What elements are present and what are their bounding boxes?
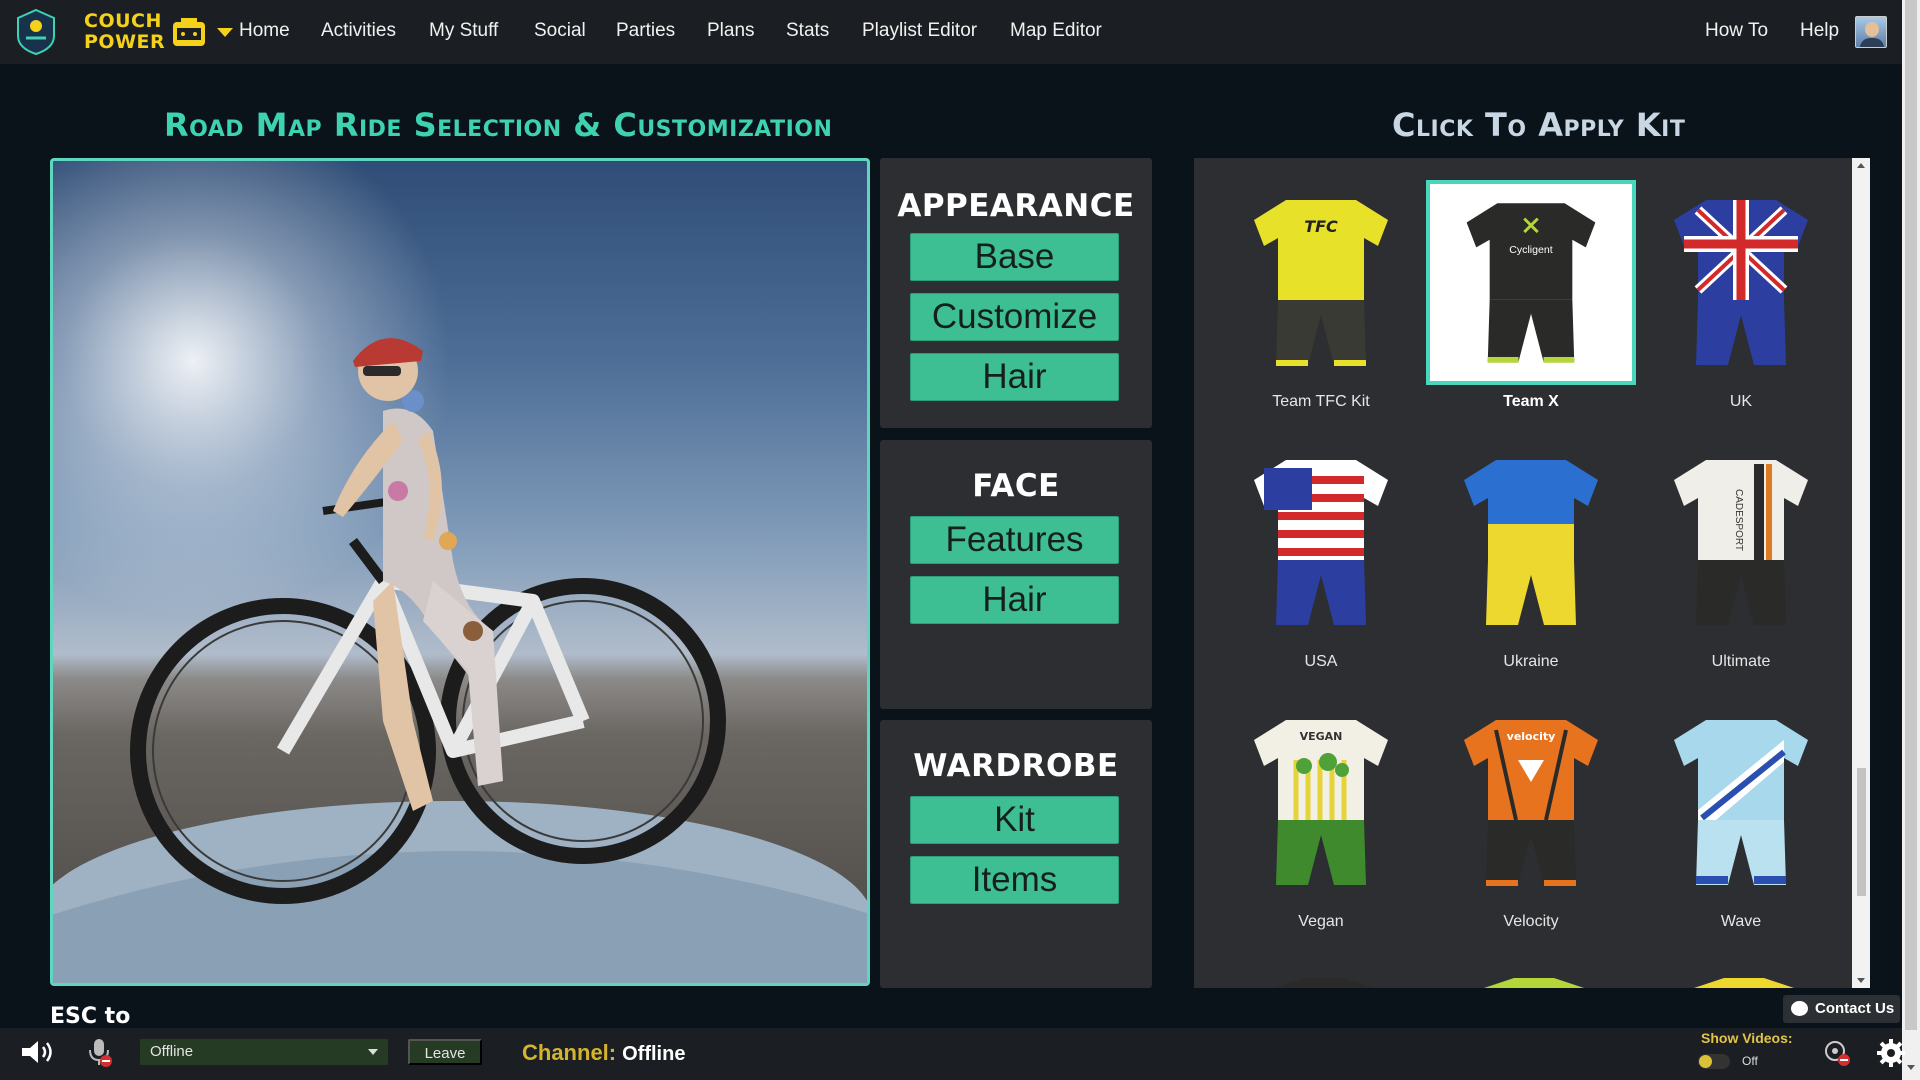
scroll-up-icon[interactable] — [1857, 163, 1865, 168]
gamepad-logo-icon — [173, 18, 206, 46]
cade-badge-icon — [17, 8, 55, 56]
kit-team-x-image: Cycligent — [1426, 180, 1636, 385]
kit-print-vegan: VEGAN — [1300, 730, 1343, 743]
chevron-down-icon — [368, 1049, 378, 1055]
kit-team-x[interactable]: Cycligent Team X — [1426, 180, 1636, 420]
kit-label: Ukraine — [1503, 653, 1559, 670]
appearance-title: APPEARANCE — [897, 188, 1135, 224]
kit-label: Team X — [1503, 393, 1559, 410]
kit-velocity-image: velocity — [1464, 720, 1598, 886]
speaker-icon[interactable] — [20, 1038, 56, 1066]
face-hair-button[interactable]: Hair — [910, 576, 1119, 624]
nav-social[interactable]: Social — [534, 20, 586, 42]
kit-team-tfc-image: TFC — [1254, 200, 1388, 366]
kit-usa[interactable]: USA — [1216, 440, 1426, 680]
logo-wordmark: COUCH POWER — [84, 10, 166, 53]
contact-us-button[interactable]: Contact Us — [1783, 995, 1900, 1023]
couch-power-logo[interactable]: COUCH POWER — [14, 8, 234, 56]
face-panel: FACE Features Hair — [880, 440, 1152, 709]
esc-hint: ESC to — [50, 1004, 131, 1024]
nav-activities[interactable]: Activities — [321, 20, 396, 42]
user-avatar[interactable] — [1855, 16, 1887, 48]
kit-team-tfc[interactable]: TFC Team TFC Kit — [1216, 180, 1426, 420]
rider-preview-viewport[interactable] — [50, 158, 870, 986]
kit-ukraine[interactable]: Ukraine — [1426, 440, 1636, 680]
wardrobe-panel: WARDROBE Kit Items — [880, 720, 1152, 988]
kit-label: Wave — [1720, 913, 1762, 930]
gear-icon[interactable] — [1876, 1038, 1906, 1068]
nav-how-to[interactable]: How To — [1705, 20, 1768, 42]
page-scrollbar[interactable] — [1902, 0, 1920, 1080]
nav-my-stuff[interactable]: My Stuff — [429, 20, 498, 42]
nav-playlist-editor[interactable]: Playlist Editor — [862, 20, 977, 42]
kit-wave[interactable]: Wave — [1636, 700, 1846, 940]
kit-print-velocity: velocity — [1507, 730, 1556, 743]
customize-button[interactable]: Customize — [910, 293, 1119, 341]
kit-print-ultimate: CADESPORT — [1733, 489, 1744, 551]
kit-vegan-image: VEGAN — [1254, 720, 1388, 885]
scroll-down-icon[interactable] — [1857, 978, 1865, 983]
scroll-thumb[interactable] — [1857, 768, 1866, 896]
nav-home[interactable]: Home — [239, 20, 290, 42]
chat-bubble-icon — [1791, 1001, 1808, 1016]
appearance-hair-button[interactable]: Hair — [910, 353, 1119, 401]
top-nav-bar: COUCH POWER Home Activities My Stuff Soc… — [0, 0, 1920, 64]
kit-print-cycligent: Cycligent — [1509, 244, 1553, 256]
page-scroll-thumb[interactable] — [1905, 0, 1917, 1030]
kit-grid-scrollbar[interactable] — [1852, 158, 1870, 988]
show-videos-toggle[interactable] — [1698, 1054, 1730, 1069]
kit-velocity[interactable]: velocity Velocity — [1426, 700, 1636, 940]
kit-uk[interactable]: UK — [1636, 180, 1846, 420]
nav-plans[interactable]: Plans — [707, 20, 755, 42]
kit-grid: TFC Team TFC Kit Cycligent Team X UK USA… — [1194, 158, 1870, 988]
appearance-panel: APPEARANCE Base Customize Hair — [880, 158, 1152, 428]
page-title: Road Map Ride Selection & Customization — [164, 106, 833, 144]
kit-ultimate-image: CADESPORT — [1674, 460, 1808, 625]
kit-button[interactable]: Kit — [910, 796, 1119, 844]
nav-help[interactable]: Help — [1800, 20, 1839, 42]
nav-parties[interactable]: Parties — [616, 20, 675, 42]
wardrobe-title: WARDROBE — [913, 748, 1119, 784]
status-select[interactable]: Offline — [140, 1039, 388, 1065]
kit-uk-image — [1674, 200, 1808, 365]
kit-label: UK — [1729, 393, 1753, 410]
face-title: FACE — [972, 468, 1060, 504]
items-button[interactable]: Items — [910, 856, 1119, 904]
base-button[interactable]: Base — [910, 233, 1119, 281]
nav-stats[interactable]: Stats — [786, 20, 829, 42]
kit-ukraine-image — [1464, 460, 1598, 625]
leave-button[interactable]: Leave — [408, 1039, 482, 1065]
kit-label: Vegan — [1298, 913, 1344, 930]
toggle-state-label: Off — [1742, 1054, 1758, 1068]
page-scroll-down-icon[interactable] — [1907, 1065, 1915, 1070]
kit-usa-image — [1254, 460, 1388, 625]
show-videos-label: Show Videos: — [1701, 1030, 1793, 1046]
kit-next-row-peek — [1274, 978, 1794, 988]
kit-section-title: Click To Apply Kit — [1392, 106, 1686, 144]
features-button[interactable]: Features — [910, 516, 1119, 564]
kit-vegan[interactable]: VEGAN Vegan — [1216, 700, 1426, 940]
kit-print-tfc: TFC — [1304, 217, 1338, 236]
kit-label: Velocity — [1503, 913, 1559, 930]
no-video-icon[interactable] — [1822, 1038, 1852, 1068]
microphone-muted-icon[interactable] — [84, 1036, 114, 1068]
nav-map-editor[interactable]: Map Editor — [1010, 20, 1102, 42]
kit-label: Ultimate — [1711, 653, 1771, 670]
kit-label: Team TFC Kit — [1272, 393, 1370, 410]
rider-on-bike-illustration — [53, 338, 867, 983]
kit-ultimate[interactable]: CADESPORT Ultimate — [1636, 440, 1846, 680]
kit-label: USA — [1304, 653, 1338, 670]
channel-status: Channel: Offline — [522, 1040, 686, 1065]
logo-menu-caret-icon[interactable] — [217, 27, 234, 37]
kit-wave-image — [1674, 720, 1808, 885]
